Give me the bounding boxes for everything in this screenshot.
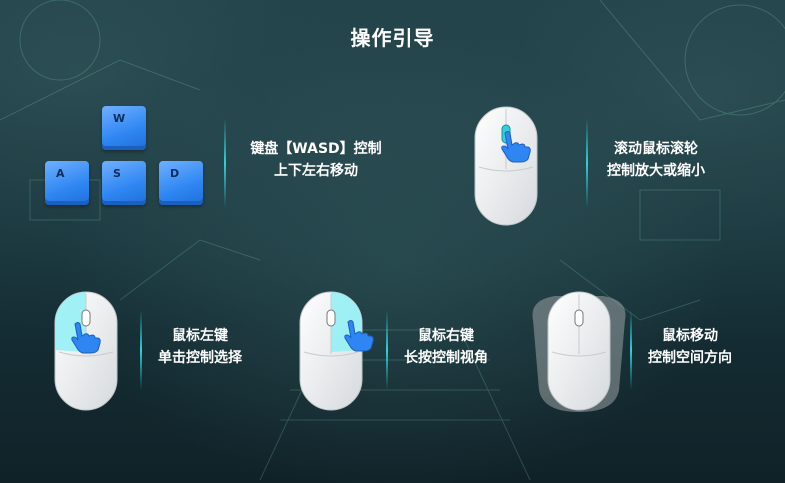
- key-d-label: D: [170, 167, 180, 180]
- separator: [140, 310, 142, 390]
- key-s-label: S: [113, 167, 121, 180]
- separator: [224, 118, 226, 208]
- scroll-guide-line1: 滚动鼠标滚轮: [614, 141, 698, 157]
- left-click-guide-text: 鼠标左键 单击控制选择: [150, 325, 250, 369]
- scroll-mouse-illustration: [473, 105, 539, 231]
- key-w-label: W: [113, 112, 126, 125]
- separator: [386, 310, 388, 390]
- key-a-label: A: [56, 167, 65, 180]
- left-click-mouse-illustration: [53, 290, 119, 416]
- move-guide-text: 鼠标移动 控制空间方向: [640, 325, 740, 369]
- move-guide-line2: 控制空间方向: [648, 350, 732, 366]
- keyboard-guide-line1: 键盘【WASD】控制: [250, 141, 382, 157]
- page-title: 操作引导: [350, 26, 435, 50]
- separator: [586, 118, 588, 208]
- hand-pointer-icon: [501, 131, 531, 163]
- move-mouse-illustration: [525, 290, 633, 418]
- key-s: S: [102, 161, 146, 205]
- hand-pointer-icon: [71, 322, 101, 354]
- scroll-guide-line2: 控制放大或缩小: [607, 163, 705, 179]
- keyboard-guide-text: 键盘【WASD】控制 上下左右移动: [236, 138, 396, 182]
- right-click-guide-line2: 长按控制视角: [404, 350, 488, 366]
- key-a: A: [45, 161, 89, 205]
- right-click-guide-line1: 鼠标右键: [418, 328, 474, 344]
- key-d: D: [159, 161, 203, 205]
- right-click-mouse-illustration: [298, 290, 374, 416]
- operation-guide-panel: 操作引导 W A S D 键盘【WASD】控制 上下左右移动 滚动鼠标滚轮 控制…: [0, 0, 785, 483]
- right-click-guide-text: 鼠标右键 长按控制视角: [396, 325, 496, 369]
- hand-pointer-icon: [344, 320, 374, 352]
- move-guide-line1: 鼠标移动: [662, 328, 718, 344]
- left-click-guide-line1: 鼠标左键: [172, 328, 228, 344]
- separator: [630, 310, 632, 390]
- scroll-guide-text: 滚动鼠标滚轮 控制放大或缩小: [596, 138, 716, 182]
- keyboard-guide-line2: 上下左右移动: [274, 163, 358, 179]
- key-w: W: [102, 106, 146, 150]
- left-click-guide-line2: 单击控制选择: [158, 350, 242, 366]
